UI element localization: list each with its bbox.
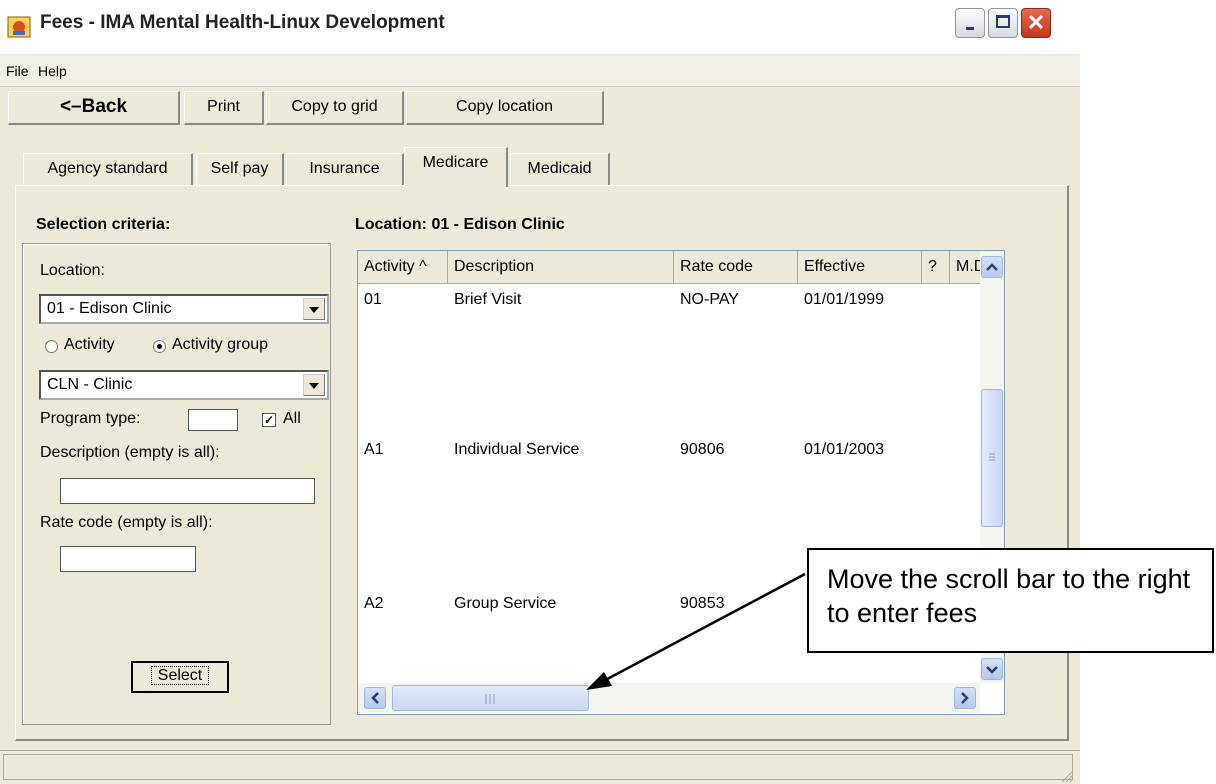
- tab-medicare[interactable]: Medicare: [404, 147, 508, 187]
- callout-note: Move the scroll bar to the right to ente…: [807, 548, 1214, 653]
- annotation-arrow: [586, 572, 806, 690]
